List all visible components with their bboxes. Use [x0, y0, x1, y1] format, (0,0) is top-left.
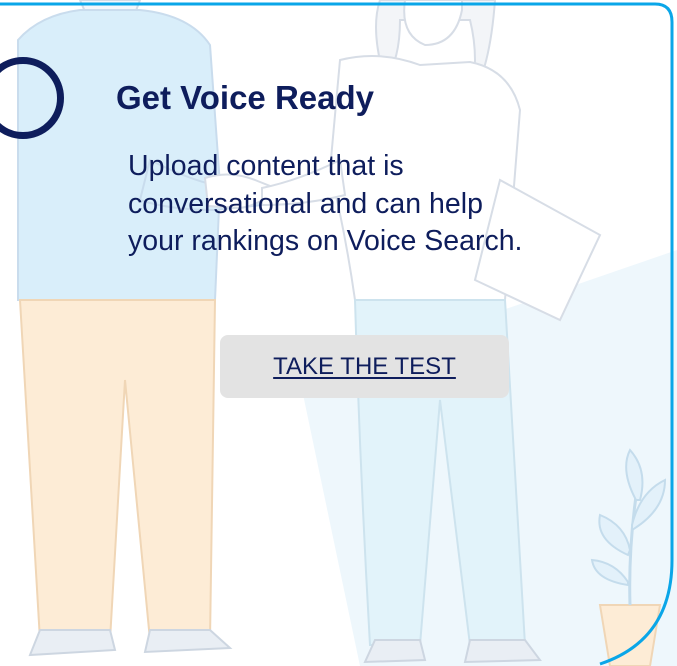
take-the-test-label: TAKE THE TEST [273, 352, 456, 380]
step-description: Upload content that is conversational an… [128, 150, 523, 258]
woman-face-shape [403, 0, 463, 47]
man-shoe-left-shape [28, 629, 117, 657]
plant-pot-shape [598, 604, 662, 666]
man-trousers-shape [18, 299, 217, 641]
woman-shoe-left-shape [363, 639, 427, 664]
step-title: Get Voice Ready [116, 79, 374, 116]
take-the-test-button[interactable]: TAKE THE TEST [220, 335, 509, 398]
voice-ready-card: Get Voice Ready Upload content that is c… [0, 0, 677, 666]
man-shoe-right-shape [143, 629, 233, 654]
